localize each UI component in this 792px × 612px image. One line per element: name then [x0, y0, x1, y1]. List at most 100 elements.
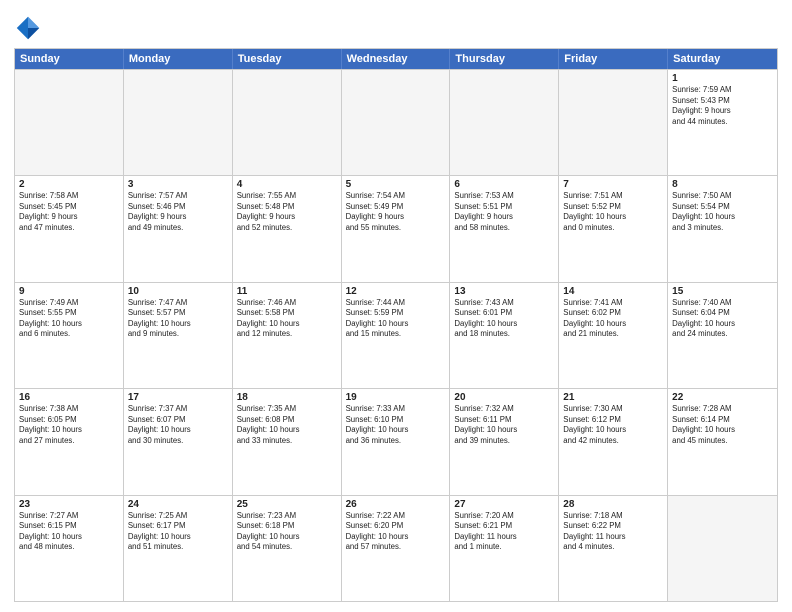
day-number: 25 [237, 499, 337, 510]
day-info: Sunrise: 7:46 AM Sunset: 5:58 PM Dayligh… [237, 298, 337, 340]
day-number: 2 [19, 179, 119, 190]
cal-cell-1-5: 7Sunrise: 7:51 AM Sunset: 5:52 PM Daylig… [559, 176, 668, 281]
cal-cell-3-4: 20Sunrise: 7:32 AM Sunset: 6:11 PM Dayli… [450, 389, 559, 494]
day-info: Sunrise: 7:30 AM Sunset: 6:12 PM Dayligh… [563, 404, 663, 446]
cal-cell-4-0: 23Sunrise: 7:27 AM Sunset: 6:15 PM Dayli… [15, 496, 124, 601]
cal-cell-4-6 [668, 496, 777, 601]
cal-cell-4-3: 26Sunrise: 7:22 AM Sunset: 6:20 PM Dayli… [342, 496, 451, 601]
day-info: Sunrise: 7:47 AM Sunset: 5:57 PM Dayligh… [128, 298, 228, 340]
cal-cell-2-5: 14Sunrise: 7:41 AM Sunset: 6:02 PM Dayli… [559, 283, 668, 388]
day-info: Sunrise: 7:28 AM Sunset: 6:14 PM Dayligh… [672, 404, 773, 446]
cal-row-2: 9Sunrise: 7:49 AM Sunset: 5:55 PM Daylig… [15, 282, 777, 388]
cal-cell-2-6: 15Sunrise: 7:40 AM Sunset: 6:04 PM Dayli… [668, 283, 777, 388]
day-info: Sunrise: 7:53 AM Sunset: 5:51 PM Dayligh… [454, 191, 554, 233]
day-info: Sunrise: 7:58 AM Sunset: 5:45 PM Dayligh… [19, 191, 119, 233]
cal-cell-2-4: 13Sunrise: 7:43 AM Sunset: 6:01 PM Dayli… [450, 283, 559, 388]
day-number: 24 [128, 499, 228, 510]
day-number: 14 [563, 286, 663, 297]
day-info: Sunrise: 7:22 AM Sunset: 6:20 PM Dayligh… [346, 511, 446, 553]
cal-row-1: 2Sunrise: 7:58 AM Sunset: 5:45 PM Daylig… [15, 175, 777, 281]
cal-header-thursday: Thursday [450, 49, 559, 69]
cal-cell-1-6: 8Sunrise: 7:50 AM Sunset: 5:54 PM Daylig… [668, 176, 777, 281]
day-info: Sunrise: 7:59 AM Sunset: 5:43 PM Dayligh… [672, 85, 773, 127]
cal-cell-3-0: 16Sunrise: 7:38 AM Sunset: 6:05 PM Dayli… [15, 389, 124, 494]
cal-cell-3-2: 18Sunrise: 7:35 AM Sunset: 6:08 PM Dayli… [233, 389, 342, 494]
day-number: 23 [19, 499, 119, 510]
day-number: 19 [346, 392, 446, 403]
header [14, 10, 778, 42]
day-info: Sunrise: 7:50 AM Sunset: 5:54 PM Dayligh… [672, 191, 773, 233]
page: SundayMondayTuesdayWednesdayThursdayFrid… [0, 0, 792, 612]
logo-icon [14, 14, 42, 42]
cal-cell-3-6: 22Sunrise: 7:28 AM Sunset: 6:14 PM Dayli… [668, 389, 777, 494]
cal-cell-1-0: 2Sunrise: 7:58 AM Sunset: 5:45 PM Daylig… [15, 176, 124, 281]
day-number: 13 [454, 286, 554, 297]
cal-cell-1-1: 3Sunrise: 7:57 AM Sunset: 5:46 PM Daylig… [124, 176, 233, 281]
day-info: Sunrise: 7:57 AM Sunset: 5:46 PM Dayligh… [128, 191, 228, 233]
logo [14, 14, 46, 42]
cal-cell-3-1: 17Sunrise: 7:37 AM Sunset: 6:07 PM Dayli… [124, 389, 233, 494]
calendar-header-row: SundayMondayTuesdayWednesdayThursdayFrid… [15, 49, 777, 69]
day-number: 12 [346, 286, 446, 297]
cal-cell-0-2 [233, 70, 342, 175]
calendar: SundayMondayTuesdayWednesdayThursdayFrid… [14, 48, 778, 602]
cal-cell-0-0 [15, 70, 124, 175]
cal-cell-2-0: 9Sunrise: 7:49 AM Sunset: 5:55 PM Daylig… [15, 283, 124, 388]
day-info: Sunrise: 7:18 AM Sunset: 6:22 PM Dayligh… [563, 511, 663, 553]
day-info: Sunrise: 7:44 AM Sunset: 5:59 PM Dayligh… [346, 298, 446, 340]
cal-cell-4-4: 27Sunrise: 7:20 AM Sunset: 6:21 PM Dayli… [450, 496, 559, 601]
day-number: 9 [19, 286, 119, 297]
cal-header-sunday: Sunday [15, 49, 124, 69]
day-number: 4 [237, 179, 337, 190]
day-info: Sunrise: 7:35 AM Sunset: 6:08 PM Dayligh… [237, 404, 337, 446]
cal-header-monday: Monday [124, 49, 233, 69]
day-info: Sunrise: 7:27 AM Sunset: 6:15 PM Dayligh… [19, 511, 119, 553]
day-number: 21 [563, 392, 663, 403]
cal-cell-1-3: 5Sunrise: 7:54 AM Sunset: 5:49 PM Daylig… [342, 176, 451, 281]
cal-row-0: 1Sunrise: 7:59 AM Sunset: 5:43 PM Daylig… [15, 69, 777, 175]
cal-cell-4-2: 25Sunrise: 7:23 AM Sunset: 6:18 PM Dayli… [233, 496, 342, 601]
cal-header-friday: Friday [559, 49, 668, 69]
cal-cell-0-3 [342, 70, 451, 175]
day-info: Sunrise: 7:40 AM Sunset: 6:04 PM Dayligh… [672, 298, 773, 340]
day-number: 27 [454, 499, 554, 510]
day-info: Sunrise: 7:20 AM Sunset: 6:21 PM Dayligh… [454, 511, 554, 553]
cal-header-saturday: Saturday [668, 49, 777, 69]
day-info: Sunrise: 7:41 AM Sunset: 6:02 PM Dayligh… [563, 298, 663, 340]
day-number: 22 [672, 392, 773, 403]
day-info: Sunrise: 7:55 AM Sunset: 5:48 PM Dayligh… [237, 191, 337, 233]
cal-cell-4-1: 24Sunrise: 7:25 AM Sunset: 6:17 PM Dayli… [124, 496, 233, 601]
day-info: Sunrise: 7:38 AM Sunset: 6:05 PM Dayligh… [19, 404, 119, 446]
cal-cell-1-4: 6Sunrise: 7:53 AM Sunset: 5:51 PM Daylig… [450, 176, 559, 281]
cal-cell-3-3: 19Sunrise: 7:33 AM Sunset: 6:10 PM Dayli… [342, 389, 451, 494]
day-info: Sunrise: 7:54 AM Sunset: 5:49 PM Dayligh… [346, 191, 446, 233]
calendar-body: 1Sunrise: 7:59 AM Sunset: 5:43 PM Daylig… [15, 69, 777, 601]
day-number: 8 [672, 179, 773, 190]
day-number: 16 [19, 392, 119, 403]
cal-cell-2-1: 10Sunrise: 7:47 AM Sunset: 5:57 PM Dayli… [124, 283, 233, 388]
day-number: 7 [563, 179, 663, 190]
cal-cell-2-3: 12Sunrise: 7:44 AM Sunset: 5:59 PM Dayli… [342, 283, 451, 388]
cal-cell-0-1 [124, 70, 233, 175]
day-number: 10 [128, 286, 228, 297]
cal-cell-2-2: 11Sunrise: 7:46 AM Sunset: 5:58 PM Dayli… [233, 283, 342, 388]
cal-header-wednesday: Wednesday [342, 49, 451, 69]
day-info: Sunrise: 7:32 AM Sunset: 6:11 PM Dayligh… [454, 404, 554, 446]
cal-cell-0-4 [450, 70, 559, 175]
cal-row-3: 16Sunrise: 7:38 AM Sunset: 6:05 PM Dayli… [15, 388, 777, 494]
day-number: 17 [128, 392, 228, 403]
day-info: Sunrise: 7:51 AM Sunset: 5:52 PM Dayligh… [563, 191, 663, 233]
cal-cell-3-5: 21Sunrise: 7:30 AM Sunset: 6:12 PM Dayli… [559, 389, 668, 494]
day-number: 5 [346, 179, 446, 190]
day-number: 28 [563, 499, 663, 510]
cal-header-tuesday: Tuesday [233, 49, 342, 69]
day-number: 11 [237, 286, 337, 297]
cal-cell-0-6: 1Sunrise: 7:59 AM Sunset: 5:43 PM Daylig… [668, 70, 777, 175]
day-info: Sunrise: 7:33 AM Sunset: 6:10 PM Dayligh… [346, 404, 446, 446]
day-info: Sunrise: 7:43 AM Sunset: 6:01 PM Dayligh… [454, 298, 554, 340]
cal-cell-4-5: 28Sunrise: 7:18 AM Sunset: 6:22 PM Dayli… [559, 496, 668, 601]
day-info: Sunrise: 7:49 AM Sunset: 5:55 PM Dayligh… [19, 298, 119, 340]
cal-cell-0-5 [559, 70, 668, 175]
day-number: 18 [237, 392, 337, 403]
cal-row-4: 23Sunrise: 7:27 AM Sunset: 6:15 PM Dayli… [15, 495, 777, 601]
